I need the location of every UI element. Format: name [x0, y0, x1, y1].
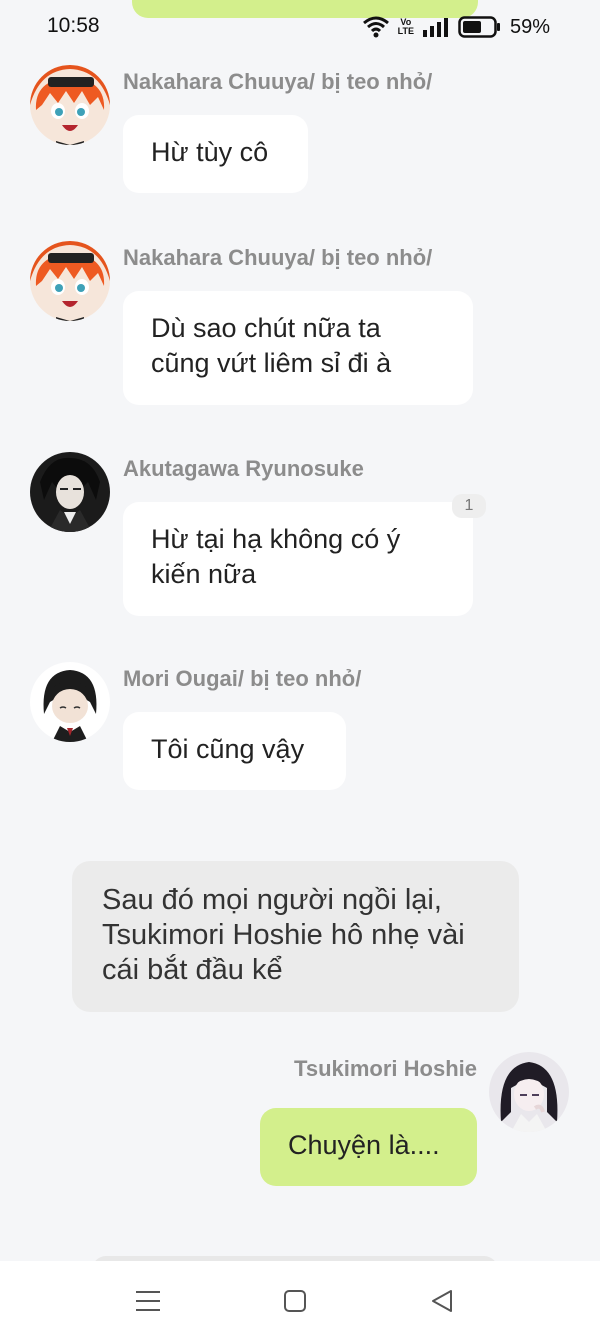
volte-indicator: Vo LTE — [398, 18, 414, 36]
avatar-akutagawa[interactable] — [30, 452, 110, 532]
reaction-badge[interactable]: 1 — [452, 494, 486, 518]
message-bubble[interactable]: Tôi cũng vậy — [123, 712, 346, 790]
menu-icon — [135, 1289, 161, 1318]
avatar-mori[interactable] — [30, 662, 110, 742]
status-bar: 10:58 Vo LTE 59% — [0, 0, 600, 54]
battery-percent: 59% — [509, 15, 550, 38]
narration-text: Sau đó mọi người ngồi lại, Tsukimori Hos… — [102, 884, 465, 986]
message-text: Tôi cũng vậy — [151, 734, 305, 764]
message-text: Chuyện là.... — [288, 1130, 440, 1160]
message-bubble[interactable]: Hừ tùy cô — [123, 115, 308, 193]
back-icon — [430, 1289, 454, 1318]
sender-name: Mori Ougai/ bị teo nhỏ/ — [123, 666, 362, 691]
home-button[interactable] — [279, 1287, 311, 1319]
status-time: 10:58 — [47, 14, 100, 37]
back-button[interactable] — [426, 1287, 458, 1319]
sender-name: Nakahara Chuuya/ bị teo nhỏ/ — [123, 69, 433, 94]
self-sender-name: Tsukimori Hoshie — [294, 1056, 477, 1081]
battery-icon — [458, 16, 502, 38]
sender-name: Nakahara Chuuya/ bị teo nhỏ/ — [123, 245, 433, 270]
wifi-icon — [362, 16, 390, 38]
system-nav-bar — [0, 1261, 600, 1343]
message-bubble[interactable]: Hừ tại hạ không có ý kiến nữa — [123, 502, 473, 616]
narration-box: Sau đó mọi người ngồi lại, Tsukimori Hos… — [72, 861, 519, 1012]
message-text: Hừ tùy cô — [151, 137, 269, 167]
message-text: Dù sao chút nữa ta cũng vứt liêm sỉ đi à — [151, 313, 392, 378]
home-icon — [283, 1289, 307, 1318]
status-indicators: Vo LTE 59% — [362, 14, 550, 40]
reaction-count: 1 — [464, 497, 474, 514]
signal-icon — [422, 17, 450, 37]
avatar-chuuya[interactable] — [30, 65, 110, 145]
self-message-bubble[interactable]: Chuyện là.... — [260, 1108, 477, 1186]
menu-button[interactable] — [132, 1287, 164, 1319]
lte-label: LTE — [397, 26, 414, 36]
message-bubble[interactable]: Dù sao chút nữa ta cũng vứt liêm sỉ đi à — [123, 291, 473, 405]
sender-name: Akutagawa Ryunosuke — [123, 456, 364, 481]
avatar-chuuya[interactable] — [30, 241, 110, 321]
avatar-hoshie[interactable] — [489, 1052, 569, 1132]
message-text: Hừ tại hạ không có ý kiến nữa — [151, 524, 401, 589]
